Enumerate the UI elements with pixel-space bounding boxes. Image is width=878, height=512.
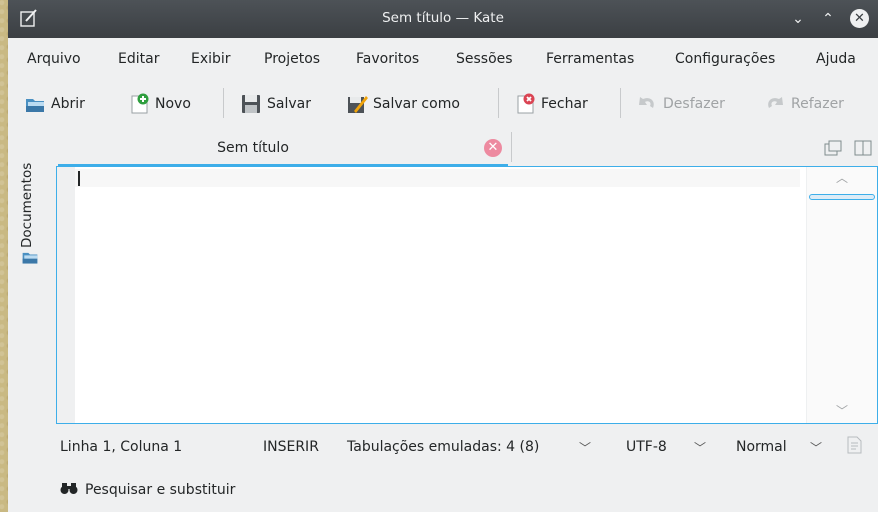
chevron-down-icon[interactable]: ﹀ bbox=[694, 439, 706, 456]
save-button[interactable]: Salvar bbox=[240, 86, 311, 122]
menu-sessoes[interactable]: Sessões bbox=[456, 51, 513, 67]
tab-label: Sem título bbox=[217, 140, 289, 156]
encoding-setting[interactable]: UTF-8 bbox=[626, 439, 667, 455]
menu-exibir[interactable]: Exibir bbox=[191, 51, 231, 67]
highlight-mode[interactable]: Normal bbox=[736, 439, 787, 455]
scroll-down-icon[interactable]: ﹀ bbox=[807, 402, 877, 419]
new-button[interactable]: Novo bbox=[128, 86, 191, 122]
menu-editar[interactable]: Editar bbox=[118, 51, 159, 67]
save-as-pencil-icon bbox=[346, 93, 368, 115]
documents-icon[interactable] bbox=[21, 248, 39, 270]
save-as-button[interactable]: Salvar como bbox=[346, 86, 460, 122]
tab-divider bbox=[511, 132, 512, 162]
indentation-setting[interactable]: Tabulações emuladas: 4 (8) bbox=[347, 439, 539, 455]
window-title: Sem título — Kate bbox=[382, 10, 504, 26]
status-bar: Linha 1, Coluna 1 INSERIR Tabulações emu… bbox=[56, 430, 878, 462]
document-icon[interactable] bbox=[846, 436, 862, 458]
minimap-slider[interactable] bbox=[809, 194, 875, 200]
menu-configuracoes[interactable]: Configurações bbox=[675, 51, 775, 67]
input-mode[interactable]: INSERIR bbox=[263, 439, 319, 455]
new-document-icon bbox=[128, 93, 150, 115]
left-sidebar: Documentos bbox=[8, 132, 50, 432]
menu-bar: Arquivo Editar Exibir Projetos Favoritos… bbox=[8, 44, 878, 74]
redo-icon bbox=[764, 93, 786, 115]
sidebar-tab-documents[interactable]: Documentos bbox=[19, 138, 39, 248]
split-view-icon[interactable] bbox=[854, 140, 872, 160]
close-tab-icon[interactable]: ✕ bbox=[484, 139, 502, 157]
close-window-icon[interactable]: ✕ bbox=[850, 9, 869, 28]
save-as-label: Salvar como bbox=[373, 96, 460, 112]
minimap-scrollbar[interactable]: ︿ ﹀ bbox=[806, 167, 877, 423]
chevron-down-icon[interactable]: ﹀ bbox=[810, 439, 822, 456]
binoculars-icon bbox=[60, 481, 78, 499]
main-toolbar: Abrir Novo Salvar Salvar como Fechar Des… bbox=[8, 86, 878, 122]
search-replace-label: Pesquisar e substituir bbox=[85, 482, 236, 498]
maximize-icon[interactable]: ⌃ bbox=[818, 9, 838, 29]
toolbar-separator bbox=[620, 88, 621, 118]
text-cursor bbox=[78, 171, 80, 186]
editor-gutter bbox=[57, 167, 75, 423]
search-replace-toggle[interactable]: Pesquisar e substituir bbox=[60, 476, 235, 504]
menu-ferramentas[interactable]: Ferramentas bbox=[546, 51, 634, 67]
new-label: Novo bbox=[155, 96, 191, 112]
redo-label: Refazer bbox=[791, 96, 844, 112]
folder-open-icon bbox=[24, 93, 46, 115]
redo-button[interactable]: Refazer bbox=[764, 86, 844, 122]
toolbar-separator bbox=[498, 88, 499, 118]
close-doc-button[interactable]: Fechar bbox=[514, 86, 588, 122]
open-label: Abrir bbox=[51, 96, 85, 112]
text-editor[interactable]: ︿ ﹀ bbox=[56, 166, 878, 424]
open-button[interactable]: Abrir bbox=[24, 86, 85, 122]
cursor-position[interactable]: Linha 1, Coluna 1 bbox=[60, 439, 182, 455]
chevron-down-icon[interactable]: ﹀ bbox=[579, 439, 591, 456]
title-bar[interactable]: Sem título — Kate ⌄ ⌃ ✕ bbox=[8, 0, 878, 38]
tab-sem-titulo[interactable]: Sem título ✕ bbox=[58, 132, 508, 167]
undo-label: Desfazer bbox=[663, 96, 725, 112]
scroll-up-icon[interactable]: ︿ bbox=[807, 169, 877, 186]
minimize-icon[interactable]: ⌄ bbox=[788, 9, 808, 29]
app-window: Sem título — Kate ⌄ ⌃ ✕ Arquivo Editar E… bbox=[8, 0, 878, 512]
tab-bar: Sem título ✕ bbox=[56, 132, 878, 167]
undo-button[interactable]: Desfazer bbox=[636, 86, 725, 122]
save-label: Salvar bbox=[267, 96, 311, 112]
close-document-icon bbox=[514, 93, 536, 115]
quick-open-icon[interactable] bbox=[824, 140, 842, 160]
close-doc-label: Fechar bbox=[541, 96, 588, 112]
toolbar-separator bbox=[223, 88, 224, 118]
menu-arquivo[interactable]: Arquivo bbox=[27, 51, 81, 67]
undo-icon bbox=[636, 93, 658, 115]
current-line-highlight bbox=[75, 169, 800, 187]
menu-projetos[interactable]: Projetos bbox=[264, 51, 320, 67]
menu-favoritos[interactable]: Favoritos bbox=[356, 51, 419, 67]
floppy-disk-icon bbox=[240, 93, 262, 115]
menu-ajuda[interactable]: Ajuda bbox=[816, 51, 856, 67]
